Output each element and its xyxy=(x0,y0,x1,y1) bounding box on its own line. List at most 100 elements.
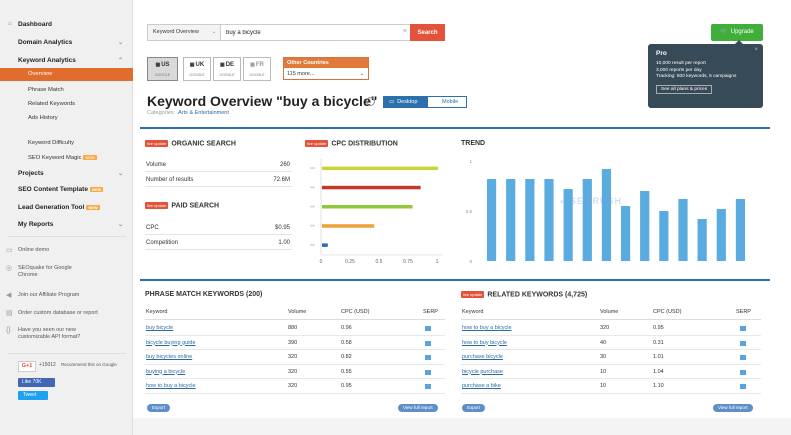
serp-icon[interactable] xyxy=(740,326,746,331)
sidebar-order-custom[interactable]: ▤ Order custom database or report xyxy=(6,310,128,317)
serp-icon[interactable] xyxy=(425,340,431,346)
sidebar-item-overview[interactable]: Overview xyxy=(0,68,133,81)
sidebar-api-format[interactable]: {} Have you seen our new customizable API… xyxy=(6,327,128,341)
related-export-button[interactable]: Export xyxy=(462,404,486,412)
keyword-link[interactable]: how to buy bicycle xyxy=(462,336,507,350)
keyword-link[interactable]: buy bicycles online xyxy=(146,350,192,364)
clear-icon[interactable]: × xyxy=(403,28,407,35)
uk-flag-icon: ▦ xyxy=(189,62,195,68)
keyword-link[interactable]: how to buy a bicycle xyxy=(462,321,512,335)
search-input[interactable] xyxy=(226,25,396,40)
table-row: purchase a bike 10 1.10 xyxy=(461,379,761,394)
tool-label: Online demo xyxy=(18,247,50,253)
sidebar-item-label: Lead Generation Tool xyxy=(18,204,85,211)
x-tick-label: 0.5 xyxy=(376,259,383,265)
other-countries-select[interactable]: Other Countries 115 more... ⌄ xyxy=(283,57,369,80)
keyword-link[interactable]: buying a bicycle xyxy=(146,365,185,379)
sidebar-item-keyword-difficulty[interactable]: Keyword Difficulty xyxy=(0,140,133,146)
upgrade-label: Upgrade xyxy=(730,29,754,35)
facebook-like-button[interactable]: Like 70K xyxy=(18,378,55,387)
sidebar-affiliate[interactable]: ◀ Join our Affiliate Program xyxy=(6,292,128,299)
volume-cell: 40 xyxy=(600,339,607,346)
keyword-link[interactable]: bicycle purchase xyxy=(462,365,503,379)
serp-icon[interactable] xyxy=(740,384,746,389)
related-full-report-button[interactable]: View full report xyxy=(713,404,753,412)
sidebar-item-keyword-analytics[interactable]: Keyword Analytics ⌃ xyxy=(0,57,133,64)
x-tick-label: 0 xyxy=(320,259,323,265)
serp-icon[interactable] xyxy=(425,384,431,389)
serp-icon[interactable] xyxy=(425,355,431,360)
see-plans-button[interactable]: See all plans & prices xyxy=(656,84,713,94)
volume-cell: 10 xyxy=(600,383,607,389)
table-row: how to buy bicycle 40 0.31 xyxy=(461,336,761,350)
cart-icon: 🛒 xyxy=(720,29,728,35)
sidebar-item-seo-keyword-magic[interactable]: SEO Keyword Magic NEW xyxy=(0,155,133,161)
database-select[interactable]: Keyword Overview ⌄ xyxy=(148,25,221,40)
cpc-bar-tick xyxy=(310,205,315,208)
trend-bar xyxy=(544,179,554,261)
sidebar-item-domain-analytics[interactable]: Domain Analytics ⌄ xyxy=(0,39,133,46)
upgrade-button[interactable]: 🛒 Upgrade xyxy=(711,24,763,41)
sidebar-item-dashboard[interactable]: ⌂ Dashboard xyxy=(0,21,133,28)
flag-code: US xyxy=(161,62,170,68)
keyword-link[interactable]: purchase a bike xyxy=(462,379,501,393)
flag-fr[interactable]: ▦FR GOOGLE xyxy=(243,57,271,81)
flag-de[interactable]: ▦DE GOOGLE xyxy=(213,57,241,81)
gplus-button[interactable]: G+1 xyxy=(18,361,36,372)
serp-icon[interactable] xyxy=(425,326,431,331)
phrase-full-report-button[interactable]: View full report xyxy=(398,404,438,412)
keyword-link[interactable]: how to buy a bicycle xyxy=(146,379,196,393)
database-select-label: Keyword Overview xyxy=(153,29,199,35)
sidebar-online-demo[interactable]: ▭ Online demo xyxy=(6,247,128,254)
sidebar-item-label: Keyword Difficulty xyxy=(28,140,74,146)
sidebar-seoquake[interactable]: ◎ SEOquake for Google Chrome xyxy=(6,265,128,279)
sidebar-item-label: Domain Analytics xyxy=(18,39,73,46)
volume-cell: 320 xyxy=(288,368,298,375)
tab-label: Desktop xyxy=(397,99,418,105)
flag-sub: GOOGLE xyxy=(154,73,171,77)
x-tick-label: 0.25 xyxy=(345,259,355,265)
sidebar-divider xyxy=(8,236,126,237)
cpc-cell: 0.95 xyxy=(341,383,352,389)
x-tick-label: 0.75 xyxy=(403,259,413,265)
tooltip-line: Tracking: 500 keywords, 5 campaigns xyxy=(656,74,737,79)
column-header: SERP xyxy=(736,309,751,315)
sidebar-item-lead-generation-tool[interactable]: Lead Generation Tool NEW xyxy=(0,204,133,211)
new-badge: NEW xyxy=(86,204,100,210)
close-icon[interactable]: × xyxy=(754,47,758,53)
new-badge: NEW xyxy=(89,186,104,192)
flag-us[interactable]: ▦US GOOGLE xyxy=(147,57,178,81)
sidebar-item-seo-content-template[interactable]: SEO Content Template NEW xyxy=(0,186,133,193)
desktop-tab[interactable]: ▭ Desktop xyxy=(384,97,428,107)
category-link[interactable]: Arts & Entertainment xyxy=(178,110,229,116)
keyword-link[interactable]: buy bicycle xyxy=(146,321,173,335)
sidebar-item-projects[interactable]: Projects ⌄ xyxy=(0,170,133,177)
table-row: buy bicycle 880 0.96 xyxy=(145,321,445,336)
new-badge: NEW xyxy=(83,155,97,160)
phrase-export-button[interactable]: Export xyxy=(147,404,171,412)
semrush-watermark: ◐ SEMRUSH xyxy=(560,196,622,206)
serp-icon[interactable] xyxy=(740,355,746,360)
column-header: CPC (USD) xyxy=(653,309,682,315)
flag-uk[interactable]: ▦UK GOOGLE xyxy=(183,57,211,81)
serp-icon[interactable] xyxy=(740,369,746,375)
cpc-bar xyxy=(322,205,413,209)
keyword-link[interactable]: purchase bicycle xyxy=(462,350,503,364)
column-header: SERP xyxy=(423,309,438,315)
row-label: Volume xyxy=(146,162,167,168)
serp-icon[interactable] xyxy=(740,340,746,346)
chevron-down-icon: ⌄ xyxy=(359,71,364,77)
sidebar-item-ads-history[interactable]: Ads History xyxy=(0,115,133,121)
tool-label: SEOquake for Google Chrome xyxy=(18,265,72,278)
mobile-tab[interactable]: Mobile xyxy=(432,97,458,107)
info-icon[interactable]: i xyxy=(366,97,375,106)
serp-icon[interactable] xyxy=(425,369,431,375)
tweet-button[interactable]: Tweet xyxy=(18,391,48,400)
search-button[interactable]: Search xyxy=(410,24,445,41)
sidebar-item-related-keywords[interactable]: Related Keywords xyxy=(0,101,133,107)
volume-cell: 320 xyxy=(600,325,610,331)
paid-cpc-row: CPC $0.95 xyxy=(145,221,292,235)
sidebar-item-phrase-match[interactable]: Phrase Match xyxy=(0,87,133,93)
keyword-link[interactable]: bicycle buying guide xyxy=(146,336,196,350)
sidebar-item-my-reports[interactable]: My Reports ⌄ xyxy=(0,221,133,228)
